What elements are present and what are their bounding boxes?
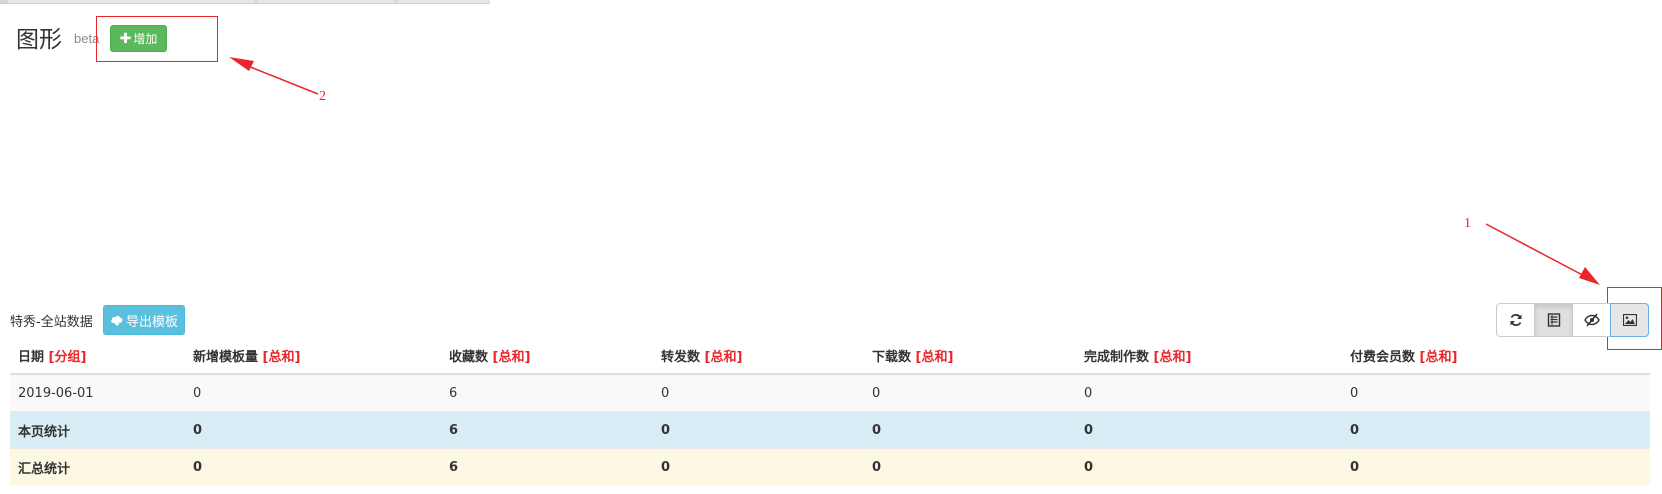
table-cell: 本页统计 — [10, 411, 185, 449]
table-toolbar — [1496, 303, 1649, 337]
cloud-download-icon — [111, 315, 123, 326]
table-caption: 特秀-全站数据 — [10, 315, 93, 330]
list-view-icon — [1547, 313, 1560, 327]
table-cell: 6 — [441, 448, 653, 485]
table-cell: 0 — [185, 373, 441, 412]
table-cell: 6 — [441, 373, 653, 412]
table-cell: 0 — [1076, 448, 1342, 485]
table-cell: 0 — [864, 411, 1076, 449]
refresh-button[interactable] — [1496, 303, 1535, 337]
table-cell: 0 — [653, 373, 864, 412]
table-cell: 0 — [864, 448, 1076, 485]
column-header[interactable]: 新增模板量 [总和] — [185, 338, 441, 375]
annotation-arrow-2 — [229, 57, 319, 95]
chart-view-button[interactable] — [1610, 303, 1649, 337]
table-cell: 0 — [1342, 373, 1650, 412]
column-visibility-button[interactable] — [1572, 303, 1611, 337]
table-cell: 0 — [653, 448, 864, 485]
table-row: 2019-06-01 0 6 0 0 0 0 — [10, 373, 1650, 412]
table-cell: 0 — [185, 448, 441, 485]
table-header-row: 日期 [分组] 新增模板量 [总和] 收藏数 [总和] 转发数 [总和] 下载数… — [10, 338, 1650, 375]
table-cell: 0 — [653, 411, 864, 449]
column-header[interactable]: 完成制作数 [总和] — [1076, 338, 1342, 375]
stats-table: 日期 [分组] 新增模板量 [总和] 收藏数 [总和] 转发数 [总和] 下载数… — [10, 338, 1650, 485]
table-cell: 0 — [1076, 373, 1342, 412]
table-cell: 0 — [1342, 411, 1650, 449]
export-template-button[interactable]: 导出模板 — [103, 305, 185, 335]
table-cell: 0 — [864, 373, 1076, 412]
column-header[interactable]: 转发数 [总和] — [653, 338, 864, 375]
column-header[interactable]: 付费会员数 [总和] — [1342, 338, 1650, 375]
table-cell: 汇总统计 — [10, 448, 185, 485]
column-header[interactable]: 日期 [分组] — [10, 338, 185, 375]
table-cell: 0 — [1076, 411, 1342, 449]
export-template-button-label: 导出模板 — [125, 314, 178, 330]
table-cell: 2019-06-01 — [10, 373, 185, 412]
table-cell: 0 — [185, 411, 441, 449]
list-view-button[interactable] — [1534, 303, 1573, 337]
table-cell: 0 — [1342, 448, 1650, 485]
eye-toggle-icon — [1583, 313, 1600, 327]
refresh-icon — [1510, 314, 1521, 326]
table-cell: 6 — [441, 411, 653, 449]
grand-total-row: 汇总统计 0 6 0 0 0 0 — [10, 448, 1650, 485]
annotation-arrow-1 — [1485, 223, 1600, 285]
column-header[interactable]: 下载数 [总和] — [864, 338, 1076, 375]
column-header[interactable]: 收藏数 [总和] — [441, 338, 653, 375]
image-icon — [1622, 314, 1637, 326]
page-summary-row: 本页统计 0 6 0 0 0 0 — [10, 411, 1650, 449]
